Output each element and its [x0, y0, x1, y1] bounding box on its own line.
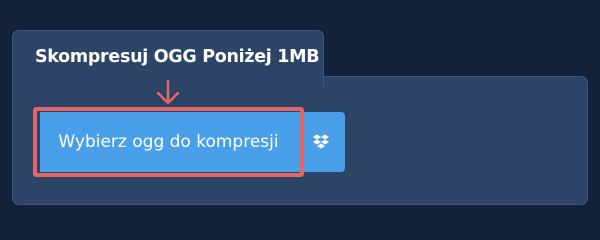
- arrow-down-icon: [153, 79, 183, 106]
- dropbox-icon: [312, 134, 330, 151]
- panel-title: Skompresuj OGG Poniżej 1MB: [35, 47, 320, 67]
- dropbox-button[interactable]: [297, 112, 345, 172]
- page: Skompresuj OGG Poniżej 1MB Wybierz ogg d…: [0, 0, 600, 230]
- choose-file-button[interactable]: Wybierz ogg do kompresji: [40, 112, 297, 172]
